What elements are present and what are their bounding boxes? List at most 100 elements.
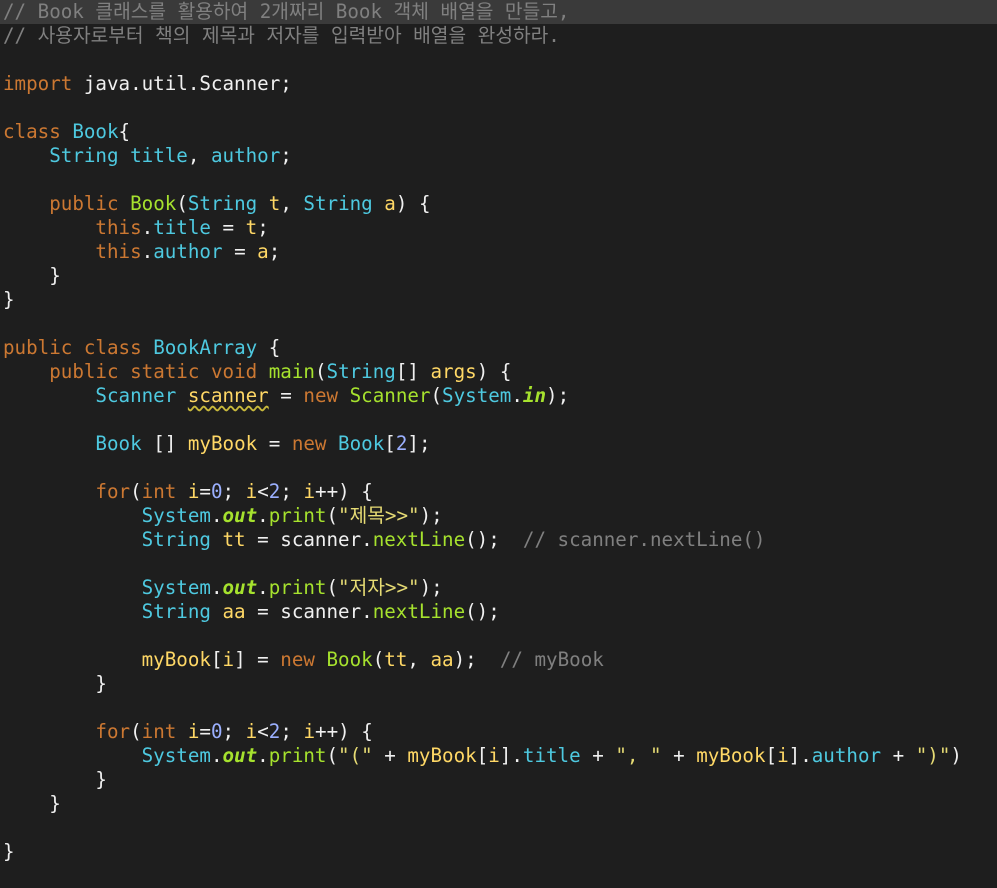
code-token: System (141, 744, 211, 767)
code-line[interactable]: } (3, 672, 997, 696)
code-token: author (153, 240, 223, 263)
code-token: = (222, 240, 258, 263)
code-token: main (268, 360, 315, 383)
code-token: aa (222, 600, 246, 623)
code-token: int (141, 480, 177, 503)
code-token: { (118, 120, 131, 143)
code-line[interactable]: String tt = scanner.nextLine(); // scann… (3, 528, 997, 552)
code-token: 2 (395, 432, 408, 455)
code-line[interactable]: String title, author; (3, 144, 997, 168)
code-token: ( (130, 480, 142, 503)
code-token: [ (384, 432, 396, 455)
code-line[interactable]: System.out.print("(" + myBook[i].title +… (3, 744, 997, 768)
code-line[interactable] (3, 48, 997, 72)
code-token: myBook (696, 744, 766, 767)
code-token: author (210, 144, 281, 167)
code-token: + (372, 744, 408, 767)
code-token: t (268, 192, 281, 215)
code-token: // scanner.nextLine() (522, 528, 766, 551)
code-token: String (141, 528, 211, 551)
code-line[interactable]: public Book(String t, String a) { (3, 192, 997, 216)
code-token: "(" (338, 744, 373, 767)
code-line[interactable] (3, 96, 997, 120)
code-line[interactable]: } (3, 288, 997, 312)
code-token: // myBook (499, 648, 604, 671)
code-line[interactable]: class Book{ (3, 120, 997, 144)
code-token: tt (384, 648, 408, 671)
code-line[interactable]: this.author = a; (3, 240, 997, 264)
code-token: i (187, 480, 200, 503)
code-token: int (141, 720, 177, 743)
code-token: ) { (476, 360, 512, 383)
code-token: Book (72, 120, 119, 143)
code-line[interactable]: // 사용자로부터 책의 제목과 저자를 입력받아 배열을 완성하라. (3, 24, 997, 48)
code-token: ( (176, 192, 188, 215)
code-token: myBook (407, 744, 477, 767)
code-token: < (257, 480, 269, 503)
code-line[interactable]: Book [] myBook = new Book[2]; (3, 432, 997, 456)
code-token: String (187, 192, 258, 215)
code-line[interactable] (3, 816, 997, 840)
code-token: a (384, 192, 396, 215)
code-line[interactable]: System.out.print("제목>>"); (3, 504, 997, 528)
code-token: } (3, 792, 61, 815)
code-token: (); (465, 600, 500, 623)
code-token: } (3, 288, 15, 311)
code-line[interactable]: for(int i=0; i<2; i++) { (3, 720, 997, 744)
code-line[interactable]: } (3, 792, 997, 816)
code-token: args (430, 360, 477, 383)
code-token: ( (326, 744, 339, 767)
code-line[interactable]: // Book 클래스를 활용하여 2개짜리 Book 객체 배열을 만들고, (0, 0, 997, 24)
code-token: scanner (187, 384, 269, 407)
code-line[interactable] (3, 552, 997, 576)
code-line[interactable] (3, 168, 997, 192)
code-line[interactable] (3, 696, 997, 720)
code-token: } (3, 768, 107, 791)
code-token: ; (280, 144, 292, 167)
code-token: ) (950, 744, 962, 767)
code-line[interactable]: myBook[i] = new Book(tt, aa); // myBook (3, 648, 997, 672)
code-line[interactable]: public static void main(String[] args) { (3, 360, 997, 384)
code-token: (); (465, 528, 523, 551)
code-token: ++) { (315, 720, 373, 743)
code-editor[interactable]: // Book 클래스를 활용하여 2개짜리 Book 객체 배열을 만들고, /… (0, 0, 997, 888)
code-token: ( (372, 648, 385, 671)
code-token: + (881, 744, 916, 767)
code-line[interactable] (3, 456, 997, 480)
code-line[interactable]: this.title = t; (3, 216, 997, 240)
code-token: System (141, 576, 211, 599)
code-token: i (245, 720, 258, 743)
code-line[interactable]: } (3, 768, 997, 792)
code-token: static (130, 360, 200, 383)
code-line[interactable] (3, 408, 997, 432)
code-line[interactable]: System.out.print("저자>>"); (3, 576, 997, 600)
code-line[interactable]: } (3, 840, 997, 864)
code-line[interactable]: } (3, 264, 997, 288)
code-line[interactable]: import java.util.Scanner; (3, 72, 997, 96)
code-token: . (361, 528, 373, 551)
code-token: void (210, 360, 258, 383)
code-line[interactable]: Scanner scanner = new Scanner(System.in)… (3, 384, 997, 408)
code-token: 0 (210, 480, 223, 503)
code-line[interactable] (3, 624, 997, 648)
code-token: class (3, 120, 61, 143)
code-token: [ (476, 744, 489, 767)
code-token: = (199, 480, 211, 503)
code-line[interactable]: public class BookArray { (3, 336, 997, 360)
code-line[interactable]: for(int i=0; i<2; i++) { (3, 480, 997, 504)
code-token: "제목>>" (338, 504, 420, 527)
code-token: for (95, 720, 131, 743)
code-token: Book (338, 432, 385, 455)
code-token: ; (222, 720, 246, 743)
code-line[interactable] (3, 312, 997, 336)
code-token: title (522, 744, 581, 767)
code-line[interactable]: String aa = scanner.nextLine(); (3, 600, 997, 624)
